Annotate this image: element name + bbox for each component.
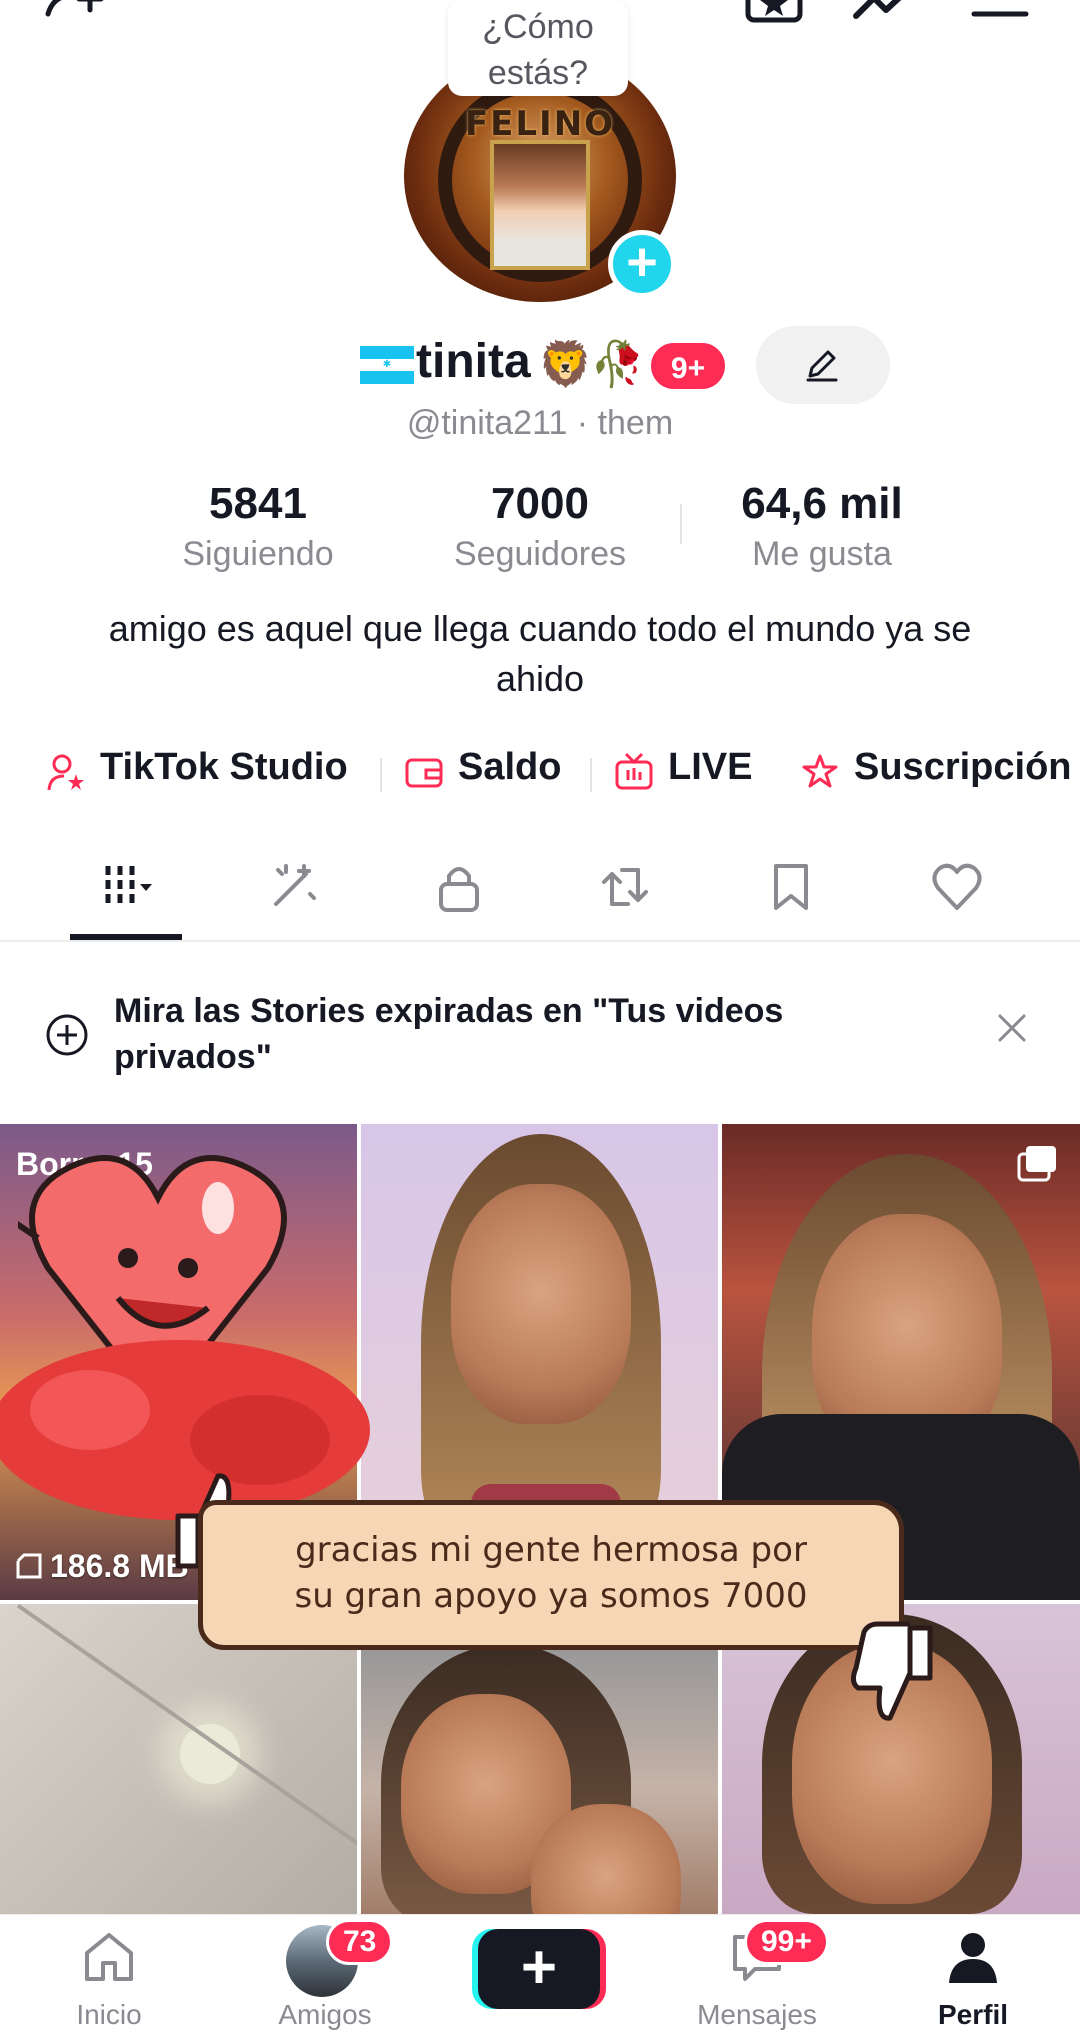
notification-badge[interactable]: 9+ bbox=[648, 340, 728, 392]
story-plus-icon bbox=[46, 1014, 88, 1056]
live-link[interactable]: LIVE bbox=[614, 740, 764, 800]
thumbs-down-icon bbox=[850, 1621, 933, 1721]
subscription-star-icon bbox=[802, 754, 838, 788]
pencil-icon bbox=[806, 350, 838, 382]
subscription-link[interactable]: Suscripción bbox=[800, 740, 1078, 800]
add-story-button[interactable]: + bbox=[608, 230, 676, 298]
add-friend-icon[interactable] bbox=[44, 0, 110, 28]
thank-you-caption: gracias mi gente hermosa por su gran apo… bbox=[198, 1500, 904, 1650]
heart-icon bbox=[932, 863, 982, 910]
honduras-flag-icon: ✱ bbox=[360, 346, 414, 384]
name-row: ✱ tinita 🦁 🥀 9+ bbox=[0, 326, 1080, 404]
stories-banner[interactable]: Mira las Stories expiradas en "Tus video… bbox=[0, 978, 1080, 1088]
lion-emoji: 🦁 bbox=[538, 340, 593, 389]
lock-icon bbox=[439, 867, 479, 912]
caption-line-1: gracias mi gente hermosa por bbox=[295, 1530, 807, 1570]
play-outline-icon bbox=[16, 1553, 42, 1579]
wallet-icon bbox=[405, 758, 443, 788]
video-thumbnail[interactable] bbox=[361, 1604, 718, 1914]
plus-icon: + bbox=[520, 1933, 558, 2002]
home-icon bbox=[85, 1933, 133, 1981]
repost-icon bbox=[602, 868, 648, 906]
sparkle-icon bbox=[274, 864, 316, 906]
stat-followers[interactable]: 7000 Seguidores bbox=[400, 476, 680, 576]
tab-private[interactable] bbox=[402, 850, 512, 940]
menu-icon[interactable] bbox=[970, 0, 1030, 24]
tiktok-studio-link[interactable]: TikTok Studio bbox=[46, 740, 366, 800]
create-button[interactable]: + bbox=[478, 1929, 600, 2009]
bottom-navigation: Inicio Amigos 73 + Mensajes 99+ Perfil bbox=[0, 1914, 1080, 2032]
friends-badge: 73 bbox=[326, 1919, 394, 1965]
caption-line-2: su gran apoyo ya somos 7000 bbox=[294, 1576, 808, 1616]
tab-videos[interactable] bbox=[70, 850, 180, 940]
tab-highlights[interactable] bbox=[236, 850, 346, 940]
link-divider bbox=[380, 758, 382, 792]
tab-reposts[interactable] bbox=[568, 850, 678, 940]
profile-bio: amigo es aquel que llega cuando todo el … bbox=[108, 608, 972, 699]
nav-home[interactable]: Inicio bbox=[34, 1915, 184, 2032]
multi-photo-icon bbox=[1017, 1146, 1056, 1182]
quick-links-row: TikTok Studio Saldo LIVE Suscripción bbox=[0, 740, 1080, 800]
tab-favorites[interactable] bbox=[734, 850, 844, 940]
profile-tabs bbox=[0, 850, 1080, 942]
messages-badge: 99+ bbox=[744, 1919, 829, 1965]
video-thumbnail[interactable] bbox=[0, 1604, 357, 1914]
live-tv-icon bbox=[615, 752, 653, 790]
profile-handle: @tinita211 · them bbox=[406, 404, 674, 442]
greeting-bubble[interactable]: ¿Cómo estás? bbox=[448, 0, 628, 96]
stat-likes[interactable]: 64,6 mil Me gusta bbox=[682, 476, 962, 576]
profile-icon bbox=[949, 1933, 997, 1983]
profile-name: tinita bbox=[416, 335, 531, 388]
videos-grid-icon bbox=[105, 866, 152, 908]
tab-liked[interactable] bbox=[900, 850, 1010, 940]
avatar-logo-text: FELINO bbox=[464, 104, 616, 144]
active-tab-indicator bbox=[70, 934, 182, 940]
activity-icon[interactable] bbox=[852, 0, 918, 26]
view-count: 186.8 MB bbox=[14, 1548, 189, 1585]
rose-emoji: 🥀 bbox=[590, 340, 645, 389]
balance-link[interactable]: Saldo bbox=[404, 740, 584, 800]
edit-profile-button[interactable] bbox=[756, 326, 890, 404]
close-icon[interactable] bbox=[994, 1010, 1030, 1046]
nav-profile[interactable]: Perfil bbox=[898, 1915, 1048, 2032]
user-star-icon bbox=[47, 754, 84, 791]
stat-following[interactable]: 5841 Siguiendo bbox=[118, 476, 398, 576]
link-divider bbox=[590, 758, 592, 792]
bookmark-icon bbox=[774, 864, 808, 910]
streak-star-icon[interactable] bbox=[744, 0, 804, 26]
banner-text: Mira las Stories expiradas en "Tus video… bbox=[114, 992, 784, 1076]
profile-stats: 5841 Siguiendo 7000 Seguidores 64,6 mil … bbox=[0, 476, 1080, 576]
